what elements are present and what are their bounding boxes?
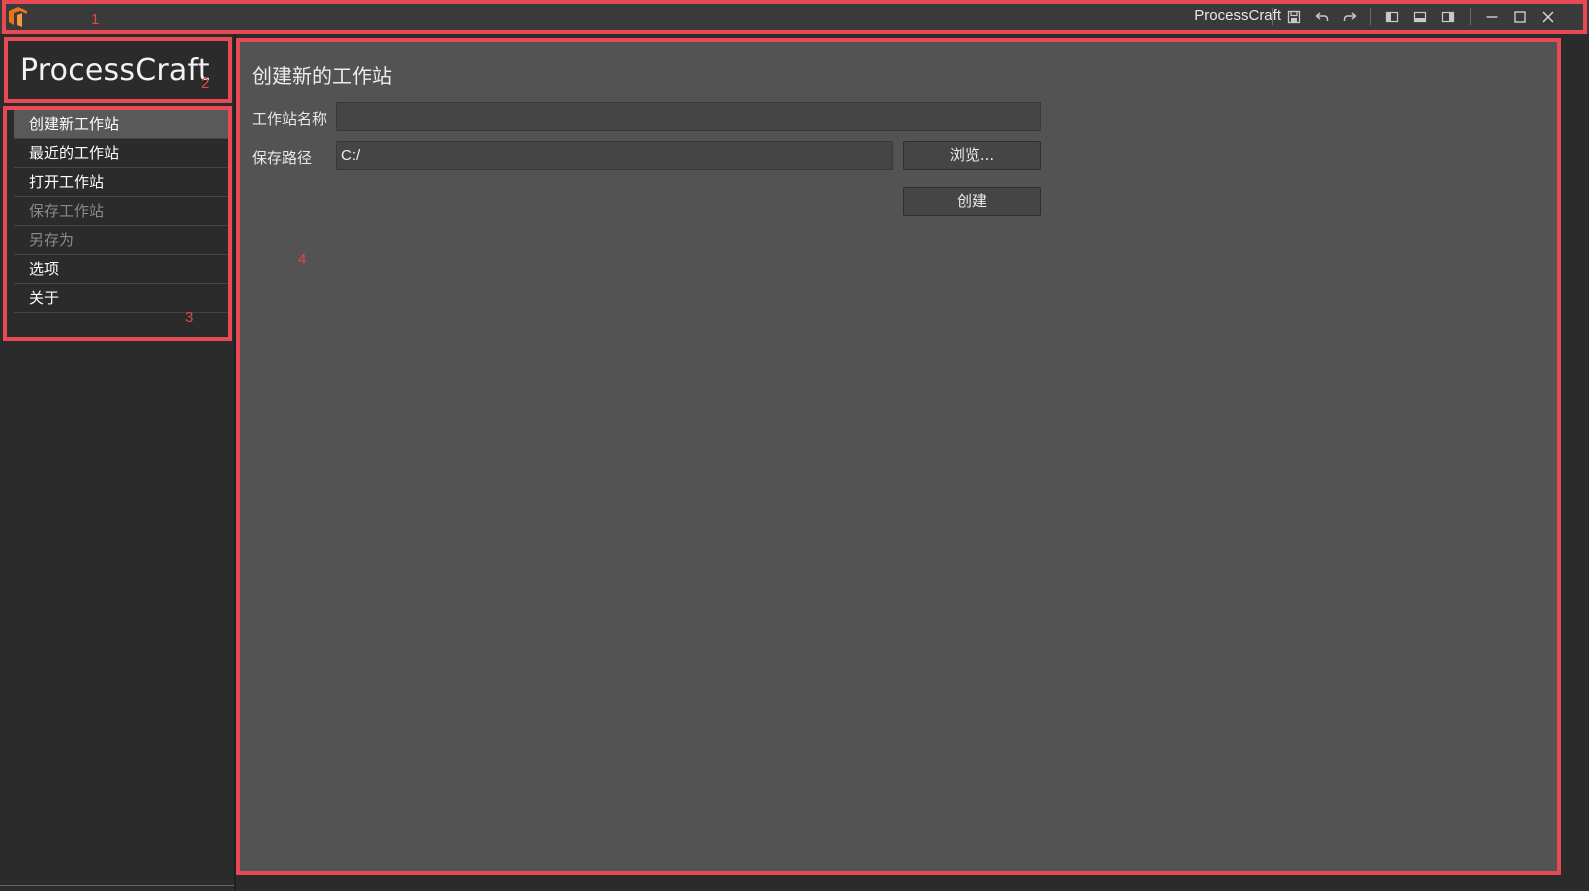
save-path-input[interactable]: [336, 141, 893, 170]
sidebar-nav: 创建新工作站 最近的工作站 打开工作站 保存工作站 另存为 选项 关于: [14, 110, 228, 313]
title-bar: 1 ProcessCraft: [0, 0, 1589, 34]
sidebar-item-create-workstation[interactable]: 创建新工作站: [14, 110, 228, 139]
page-title: 创建新的工作站: [252, 64, 392, 88]
minimize-icon[interactable]: [1483, 8, 1501, 26]
layout-left-icon[interactable]: [1383, 8, 1401, 26]
maximize-icon[interactable]: [1511, 8, 1529, 26]
toolbar-separator: [1272, 8, 1273, 25]
sidebar-item-options[interactable]: 选项: [14, 255, 228, 284]
sidebar-item-save-as: 另存为: [14, 226, 228, 255]
sidebar-item-open-workstation[interactable]: 打开工作站: [14, 168, 228, 197]
close-icon[interactable]: [1539, 8, 1557, 26]
undo-icon[interactable]: [1313, 8, 1331, 26]
layout-bottom-icon[interactable]: [1411, 8, 1429, 26]
toolbar-separator: [1470, 8, 1471, 25]
workstation-name-label: 工作站名称: [252, 110, 328, 128]
create-button[interactable]: 创建: [903, 187, 1041, 216]
sidebar-item-save-workstation: 保存工作站: [14, 197, 228, 226]
toolbar-separator: [1370, 8, 1371, 25]
sidebar-item-recent-workstations[interactable]: 最近的工作站: [14, 139, 228, 168]
region-marker-2: 2: [201, 75, 210, 92]
save-path-label: 保存路径: [252, 149, 313, 167]
region-marker-1: 1: [91, 11, 100, 28]
region-marker-3: 3: [185, 309, 194, 326]
browse-button[interactable]: 浏览...: [903, 141, 1041, 170]
sidebar-bottom-divider: [0, 885, 234, 886]
main-panel: 创建新的工作站 工作站名称 保存路径 浏览... 创建 4: [240, 42, 1558, 872]
sidebar-item-about[interactable]: 关于: [14, 284, 228, 313]
region-marker-4: 4: [298, 251, 307, 268]
brand-title: ProcessCraft: [20, 53, 210, 88]
save-icon[interactable]: [1285, 8, 1303, 26]
layout-right-icon[interactable]: [1439, 8, 1457, 26]
redo-icon[interactable]: [1341, 8, 1359, 26]
workstation-name-input[interactable]: [336, 102, 1041, 131]
app-logo-icon: [6, 5, 30, 29]
window-title: ProcessCraft: [1194, 7, 1281, 24]
